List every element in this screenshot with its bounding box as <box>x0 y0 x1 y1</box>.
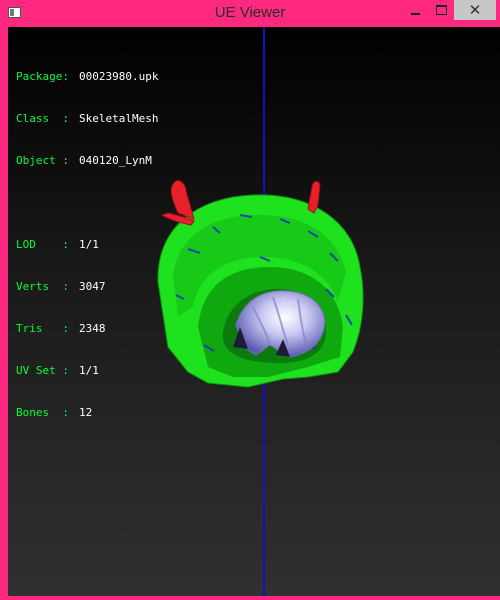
minimize-button[interactable] <box>402 0 428 20</box>
app-window: UE Viewer ✕ Package: 00023980.upk Class … <box>0 0 500 600</box>
maximize-icon <box>435 5 447 15</box>
info-package: Package: 00023980.upk <box>16 70 159 83</box>
mesh-info-overlay: Package: 00023980.upk Class : SkeletalMesh… <box>16 42 158 448</box>
info-tris: Tris :2348 <box>16 322 106 335</box>
minimize-icon <box>410 12 420 15</box>
info-object: Object :040120_LynM <box>16 154 152 167</box>
mesh-model <box>157 180 364 388</box>
info-spacer <box>16 196 158 210</box>
3d-viewport[interactable]: Package: 00023980.upk Class : SkeletalMesh… <box>8 27 500 596</box>
info-lod: LOD :1/1 <box>16 238 99 251</box>
close-icon: ✕ <box>468 1 482 19</box>
info-bones: Bones :12 <box>16 406 93 419</box>
info-class: Class : SkeletalMesh <box>16 112 159 125</box>
info-verts: Verts :3047 <box>16 280 106 293</box>
maximize-button[interactable] <box>428 0 454 20</box>
title-bar[interactable]: UE Viewer ✕ <box>4 0 496 27</box>
close-button[interactable]: ✕ <box>454 0 496 20</box>
info-uv-set: UV Set :1/1 <box>16 364 99 377</box>
